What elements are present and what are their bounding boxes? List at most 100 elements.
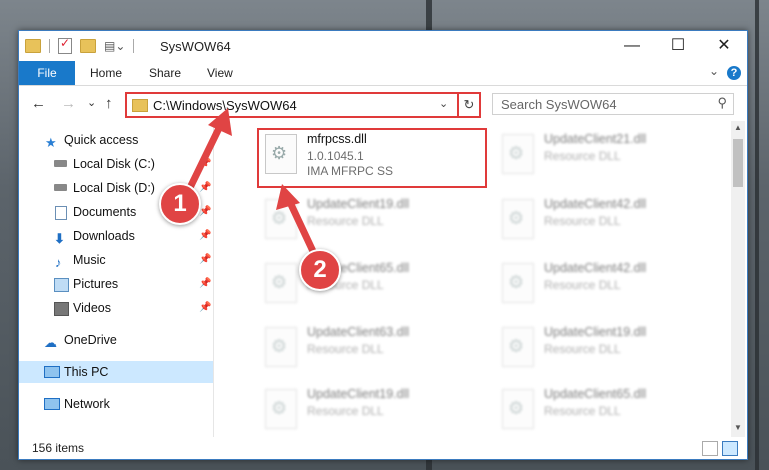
tab-home[interactable]: Home [90,61,122,85]
search-placeholder: Search SysWOW64 [501,97,617,112]
sidebar-item-label: Videos [73,301,111,315]
drive-icon [54,160,67,167]
file-name: UpdateClient19.dll [544,325,647,339]
file-name: UpdateClient21.dll [544,132,647,146]
file-item[interactable]: UpdateClient19.dll Resource DLL [257,193,489,249]
toolbar-separator [133,39,135,53]
sidebar-item-label: Downloads [73,229,135,243]
address-bar[interactable]: C:\Windows\SysWOW64 ⌄ [125,92,481,118]
scrollbar-thumb[interactable] [733,139,743,187]
status-bar: 156 items [19,437,747,459]
file-item[interactable]: UpdateClient63.dll Resource DLL [257,321,489,377]
pin-icon[interactable]: 📌 [199,153,211,175]
file-highlight-box [257,128,487,188]
file-description: Resource DLL [544,149,621,163]
file-description: Resource DLL [544,404,621,418]
file-description: Resource DLL [307,404,384,418]
dll-file-icon [502,263,534,303]
pin-icon[interactable]: 📌 [199,249,211,271]
dll-file-icon [502,389,534,429]
back-button[interactable]: ← [31,95,46,112]
file-name: UpdateClient42.dll [544,197,647,211]
file-list: mfrpcss.dll 1.0.1045.1 IMA MFRPC SS Upda… [214,121,744,437]
dll-file-icon [502,327,534,367]
refresh-button[interactable]: ↻ [457,92,481,118]
sidebar-item-this-pc[interactable]: This PC [19,361,213,383]
star-icon: ★ [45,135,57,150]
file-item[interactable]: UpdateClient42.dll Resource DLL [494,193,726,249]
minimize-button[interactable]: — [609,31,655,61]
pin-icon[interactable]: 📌 [199,297,211,319]
new-folder-icon[interactable] [80,39,96,53]
download-icon: ⬇ [54,231,65,246]
dll-file-icon [265,327,297,367]
sidebar-item-label: Documents [73,205,137,219]
file-description: Resource DLL [544,278,621,292]
sidebar-item-label: Network [64,397,110,411]
tab-file[interactable]: File [19,61,75,85]
help-icon[interactable]: ? [727,66,741,80]
file-item[interactable]: UpdateClient42.dll Resource DLL [494,257,726,313]
sidebar-item-downloads[interactable]: ⬇ Downloads 📌 [19,225,213,247]
address-path[interactable]: C:\Windows\SysWOW64 [153,98,297,113]
file-description: Resource DLL [307,342,384,356]
quick-access-toolbar: ▤⌄ [25,36,135,54]
pin-icon[interactable]: 📌 [199,273,211,295]
scroll-down-icon[interactable]: ▼ [731,423,745,432]
file-name: UpdateClient19.dll [307,197,410,211]
sidebar-item-network[interactable]: Network [19,393,213,415]
pin-icon[interactable]: 📌 [199,177,211,199]
sidebar-item-pictures[interactable]: Pictures 📌 [19,273,213,295]
callout-badge-1: 1 [159,183,201,225]
tab-view[interactable]: View [207,61,233,85]
documents-icon [55,206,67,220]
item-count: 156 items [32,441,85,455]
sidebar-item-quick-access[interactable]: ★ Quick access [19,129,213,151]
sidebar-item-videos[interactable]: Videos 📌 [19,297,213,319]
up-button[interactable]: ↑ [105,95,113,112]
drive-icon [54,184,67,191]
computer-icon [44,366,60,378]
file-name: UpdateClient63.dll [307,325,410,339]
pictures-icon [54,278,69,292]
address-dropdown-icon[interactable]: ⌄ [439,97,448,110]
navigation-pane: ★ Quick access Local Disk (C:) 📌 Local D… [19,121,213,437]
pin-icon[interactable]: 📌 [199,225,211,247]
scroll-up-icon[interactable]: ▲ [731,123,745,132]
close-button[interactable]: ✕ [701,31,747,61]
file-item[interactable]: UpdateClient65.dll Resource DLL [257,257,489,313]
sidebar-item-local-disk-c[interactable]: Local Disk (C:) 📌 [19,153,213,175]
sidebar-item-label: Quick access [64,133,139,147]
dll-file-icon [265,199,297,239]
window-title: SysWOW64 [160,39,231,54]
customize-toolbar-icon[interactable]: ▤⌄ [104,39,125,53]
dll-file-icon [265,389,297,429]
file-item[interactable]: UpdateClient21.dll Resource DLL [494,128,726,184]
sidebar-item-onedrive[interactable]: ☁ OneDrive [19,329,213,351]
recent-locations-button[interactable]: ⌄ [87,96,96,109]
large-icons-view-icon[interactable] [722,441,738,456]
sidebar-item-music[interactable]: ♪ Music 📌 [19,249,213,271]
search-icon[interactable]: ⚲ [717,95,727,111]
sidebar-item-label: Music [73,253,106,267]
expand-ribbon-icon[interactable]: ⌄ [709,64,719,78]
file-name: UpdateClient19.dll [307,387,410,401]
file-item[interactable]: UpdateClient19.dll Resource DLL [257,383,489,439]
file-explorer-window: ▤⌄ SysWOW64 — ☐ ✕ File Home Share View ⌄… [18,30,748,460]
search-input[interactable]: Search SysWOW64 ⚲ [492,93,734,115]
dll-file-icon [265,263,297,303]
videos-icon [54,302,69,316]
file-item[interactable]: UpdateClient19.dll Resource DLL [494,321,726,377]
sidebar-item-label: OneDrive [64,333,117,347]
properties-icon[interactable] [58,36,72,54]
tab-share[interactable]: Share [149,61,181,85]
sidebar-item-label: Local Disk (D:) [73,181,155,195]
sidebar-item-label: This PC [64,365,109,379]
details-view-icon[interactable] [702,441,718,456]
music-icon: ♪ [55,255,62,270]
vertical-scrollbar[interactable]: ▲ ▼ [731,121,745,437]
dll-file-icon [502,199,534,239]
maximize-button[interactable]: ☐ [655,31,701,61]
file-item[interactable]: UpdateClient65.dll Resource DLL [494,383,726,439]
forward-button[interactable]: → [61,95,76,112]
